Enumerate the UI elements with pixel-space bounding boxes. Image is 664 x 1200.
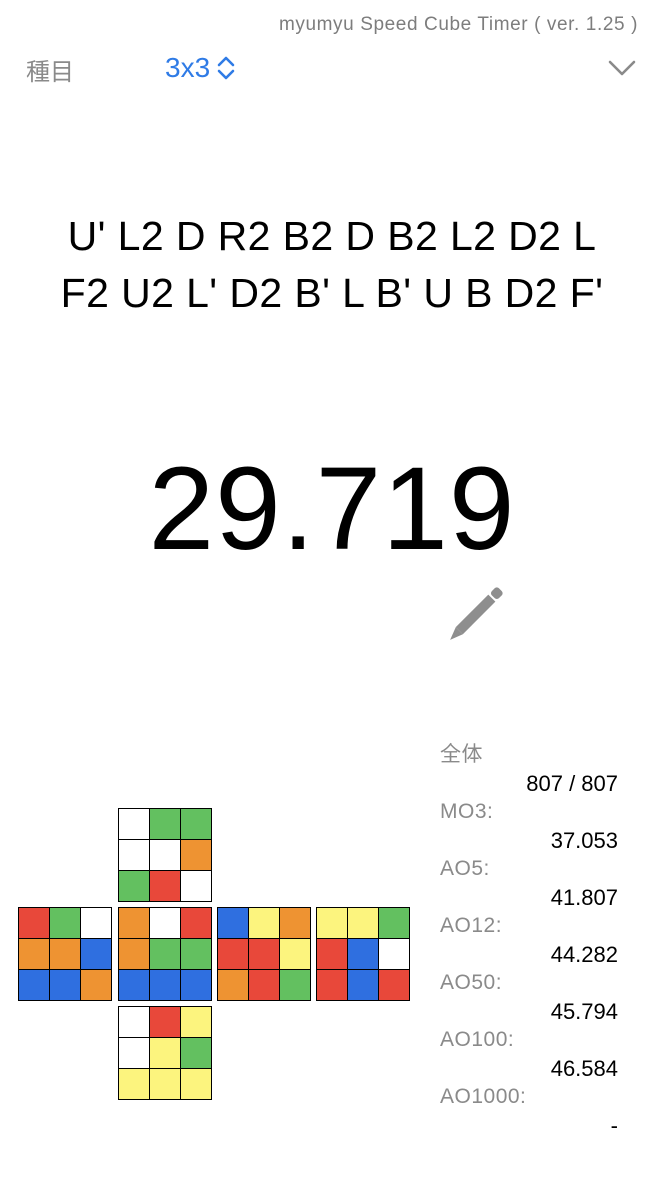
cube-sticker xyxy=(19,970,49,1000)
cube-sticker xyxy=(119,1007,149,1037)
event-value: 3x3 xyxy=(165,52,211,83)
timer-display[interactable]: 29.719 xyxy=(0,434,664,584)
cube-sticker xyxy=(19,908,49,938)
stat-label-total: 全体 xyxy=(440,743,483,766)
cube-sticker xyxy=(379,970,409,1000)
cube-sticker xyxy=(50,970,80,1000)
cube-sticker xyxy=(317,939,347,969)
collapse-button[interactable] xyxy=(606,52,638,84)
cube-sticker xyxy=(249,970,279,1000)
cube-sticker xyxy=(150,939,180,969)
cube-sticker xyxy=(218,908,248,938)
cube-sticker xyxy=(150,871,180,901)
cube-sticker xyxy=(119,970,149,1000)
cube-face-front xyxy=(118,907,212,1001)
app-version: myumyu Speed Cube Timer ( ver. 1.25 ) xyxy=(278,14,638,35)
cube-sticker xyxy=(181,1069,211,1099)
scramble-line: U' L2 D R2 B2 D B2 L2 D2 L xyxy=(67,213,597,259)
cube-sticker xyxy=(50,939,80,969)
cube-face-back xyxy=(316,907,410,1001)
cube-sticker xyxy=(317,908,347,938)
cube-sticker xyxy=(181,1038,211,1068)
cube-sticker xyxy=(150,908,180,938)
cube-sticker xyxy=(181,939,211,969)
cube-sticker xyxy=(348,939,378,969)
cube-sticker xyxy=(150,1038,180,1068)
cube-sticker xyxy=(379,939,409,969)
cube-sticker xyxy=(181,970,211,1000)
cube-face-down xyxy=(118,1006,212,1100)
edit-button[interactable] xyxy=(438,574,516,652)
cube-sticker xyxy=(119,939,149,969)
cube-sticker xyxy=(181,908,211,938)
cube-sticker xyxy=(249,908,279,938)
stat-value-ao50: 45.794 xyxy=(550,999,618,1024)
cube-sticker xyxy=(181,840,211,870)
stat-label-ao100: AO100: xyxy=(440,1028,515,1051)
cube-sticker xyxy=(249,939,279,969)
cube-sticker xyxy=(379,908,409,938)
stat-label-ao5: AO5: xyxy=(440,857,490,880)
cube-sticker xyxy=(19,939,49,969)
cube-sticker xyxy=(348,970,378,1000)
pencil-icon xyxy=(450,587,503,640)
cube-sticker xyxy=(119,809,149,839)
cube-sticker xyxy=(218,939,248,969)
stat-value-mo3: 37.053 xyxy=(550,828,618,853)
stat-label-ao12: AO12: xyxy=(440,914,503,937)
cube-sticker xyxy=(150,1069,180,1099)
cube-face-left xyxy=(18,907,112,1001)
cube-sticker xyxy=(81,939,111,969)
chevron-updown-icon xyxy=(217,56,235,80)
cube-sticker xyxy=(119,1038,149,1068)
cube-sticker xyxy=(218,970,248,1000)
cube-sticker xyxy=(280,908,310,938)
scramble-line: F2 U2 L' D2 B' L B' U B D2 F' xyxy=(60,270,604,316)
cube-sticker xyxy=(81,908,111,938)
cube-face-right xyxy=(217,907,311,1001)
event-label: 種目 xyxy=(26,59,74,86)
cube-sticker xyxy=(81,970,111,1000)
chevron-down-icon xyxy=(608,60,636,76)
cube-sticker xyxy=(280,970,310,1000)
stat-value-ao5: 41.807 xyxy=(550,885,618,910)
stat-value-ao1000: - xyxy=(610,1113,618,1138)
stat-label-ao50: AO50: xyxy=(440,971,503,994)
stats-panel: 全体 807 / 807 MO3: 37.053 AO5: 41.807 AO1… xyxy=(440,740,618,1139)
cube-sticker xyxy=(150,809,180,839)
cube-sticker xyxy=(317,970,347,1000)
cube-sticker xyxy=(119,1069,149,1099)
stat-value-ao12: 44.282 xyxy=(550,942,618,967)
cube-face-up xyxy=(118,808,212,902)
scramble-text: U' L2 D R2 B2 D B2 L2 D2 L F2 U2 L' D2 B… xyxy=(0,208,664,322)
cube-sticker xyxy=(150,1007,180,1037)
event-selector[interactable]: 3x3 xyxy=(165,50,236,86)
cube-sticker xyxy=(181,1007,211,1037)
cube-sticker xyxy=(50,908,80,938)
stat-label-mo3: MO3: xyxy=(440,800,494,823)
cube-sticker xyxy=(150,970,180,1000)
cube-sticker xyxy=(119,871,149,901)
cube-sticker xyxy=(181,871,211,901)
cube-sticker xyxy=(150,840,180,870)
cube-sticker xyxy=(181,809,211,839)
cube-sticker xyxy=(280,939,310,969)
stat-value-total: 807 / 807 xyxy=(526,771,618,796)
cube-sticker xyxy=(119,840,149,870)
cube-sticker xyxy=(119,908,149,938)
stat-label-ao1000: AO1000: xyxy=(440,1085,527,1108)
cube-sticker xyxy=(348,908,378,938)
stat-value-ao100: 46.584 xyxy=(550,1056,618,1081)
